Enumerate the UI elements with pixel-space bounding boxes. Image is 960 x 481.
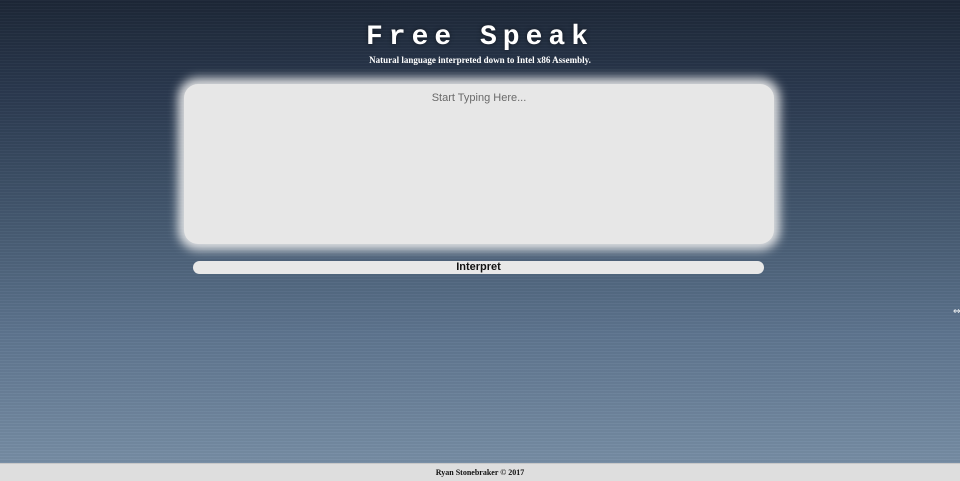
natural-language-input[interactable] — [184, 84, 774, 244]
resize-cursor-icon: ⇔ — [953, 307, 960, 317]
interpret-button[interactable]: Interpret — [193, 261, 764, 274]
page-subtitle: Natural language interpreted down to Int… — [369, 55, 591, 65]
page-title: Free Speak — [365, 22, 595, 53]
footer: Ryan Stonebraker © 2017 — [0, 463, 960, 481]
footer-copyright: Ryan Stonebraker © 2017 — [435, 468, 525, 477]
